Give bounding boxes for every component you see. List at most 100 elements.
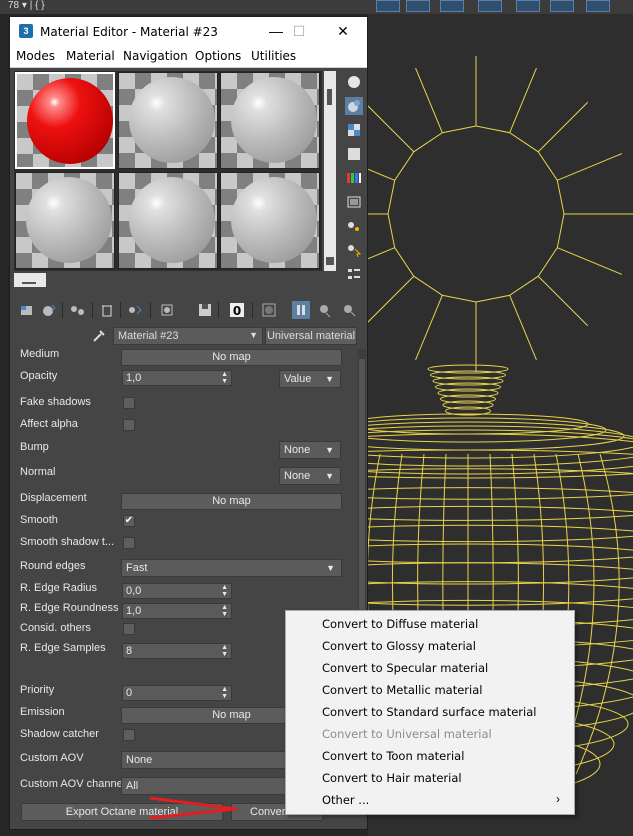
close-button[interactable]: ✕ <box>323 21 363 41</box>
menu-utilities[interactable]: Utilities <box>251 49 296 63</box>
maximize-button[interactable]: ☐ <box>279 21 319 41</box>
save-icon[interactable] <box>196 301 214 319</box>
menu-item-convert-specular[interactable]: Convert to Specular material <box>322 661 488 675</box>
menu-item-convert-toon[interactable]: Convert to Toon material <box>322 749 464 763</box>
host-toolbar-button[interactable] <box>550 0 574 12</box>
app-icon: 3 <box>19 24 33 38</box>
chevron-down-icon: ▼ <box>325 445 334 455</box>
sample-slot-3[interactable] <box>220 72 320 169</box>
custom-aov-channel-value: All <box>126 780 139 792</box>
material-name-text: Material #23 <box>118 330 179 342</box>
host-toolbar-button[interactable] <box>406 0 430 12</box>
bump-dropdown[interactable]: None ▼ <box>279 441 341 459</box>
material-toolbar: 0 <box>14 299 364 321</box>
eyedropper-icon[interactable] <box>91 328 107 344</box>
menu-navigation[interactable]: Navigation <box>123 49 188 63</box>
sample-slot-6[interactable] <box>220 172 320 269</box>
edge-roundness-value: 1,0 <box>126 605 142 617</box>
opacity-spinner[interactable]: 1,0 ▲ ▼ <box>122 370 232 386</box>
menu-item-convert-hair[interactable]: Convert to Hair material <box>322 771 462 785</box>
medium-map-button[interactable]: No map <box>121 349 342 366</box>
fake-shadows-checkbox[interactable] <box>123 397 135 409</box>
background-checker-icon[interactable] <box>345 121 363 139</box>
edge-samples-spinner[interactable]: 8 ▲ ▼ <box>122 643 232 659</box>
priority-value: 0 <box>126 687 133 699</box>
options-icon[interactable] <box>345 217 363 235</box>
show-shaded-icon[interactable] <box>260 301 278 319</box>
smooth-shadow-checkbox[interactable] <box>123 537 135 549</box>
spinner-arrows-icon[interactable]: ▲ ▼ <box>221 584 228 598</box>
chevron-down-icon: ▼ <box>326 563 335 573</box>
sample-uv-tiling-icon[interactable] <box>345 145 363 163</box>
slots-horizontal-scrollbar[interactable] <box>14 273 46 287</box>
go-to-parent-icon[interactable] <box>316 301 334 319</box>
affect-alpha-checkbox[interactable] <box>123 419 135 431</box>
convert-context-menu: Convert to Diffuse material Convert to G… <box>285 610 575 815</box>
menu-modes[interactable]: Modes <box>16 49 55 63</box>
go-forward-sibling-icon[interactable] <box>340 301 358 319</box>
sample-slot-4[interactable] <box>15 172 115 269</box>
smooth-checkbox[interactable]: ✔ <box>123 515 135 527</box>
video-color-check-icon[interactable] <box>345 169 363 187</box>
spinner-arrows-icon[interactable]: ▲ ▼ <box>221 686 228 700</box>
material-id-icon[interactable]: 0 <box>228 301 246 319</box>
select-by-material-icon[interactable] <box>345 241 363 259</box>
material-sphere <box>26 177 112 263</box>
menu-material[interactable]: Material <box>66 49 115 63</box>
get-material-icon[interactable] <box>18 301 36 319</box>
make-preview-icon[interactable] <box>345 193 363 211</box>
title-bar[interactable]: 3 Material Editor - Material #23 — ☐ ✕ <box>10 17 367 46</box>
material-type-button[interactable]: Universal material <box>265 327 357 345</box>
sample-type-sphere-icon[interactable] <box>345 73 363 91</box>
bump-label: Bump <box>20 441 49 453</box>
host-toolbar-button[interactable] <box>376 0 400 12</box>
opacity-mode-dropdown[interactable]: Value ▼ <box>279 370 341 388</box>
host-toolbar-button[interactable] <box>440 0 464 12</box>
backlight-icon[interactable] <box>345 97 363 115</box>
opacity-mode-value: Value <box>284 373 312 385</box>
edge-radius-value: 0,0 <box>126 585 142 597</box>
chevron-down-icon: ▼ <box>325 471 334 481</box>
spinner-arrows-icon[interactable]: ▲ ▼ <box>221 644 228 658</box>
round-edges-dropdown[interactable]: Fast ▼ <box>121 559 342 577</box>
displacement-label: Displacement <box>20 492 87 504</box>
edge-radius-spinner[interactable]: 0,0 ▲ ▼ <box>122 583 232 599</box>
put-to-library-icon[interactable] <box>158 301 176 319</box>
export-octane-material-button[interactable]: Export Octane material <box>21 803 223 821</box>
put-to-scene-icon[interactable] <box>40 301 58 319</box>
sample-slot-2[interactable] <box>118 72 218 169</box>
menu-item-convert-diffuse[interactable]: Convert to Diffuse material <box>322 617 478 631</box>
menu-item-convert-metallic[interactable]: Convert to Metallic material <box>322 683 482 697</box>
displacement-map-button[interactable]: No map <box>121 493 342 510</box>
delete-icon[interactable] <box>98 301 116 319</box>
host-toolbar-button[interactable] <box>478 0 502 12</box>
spinner-arrows-icon[interactable]: ▲ ▼ <box>221 371 228 385</box>
host-toolbar-button[interactable] <box>586 0 610 12</box>
slots-vertical-scrollbar[interactable] <box>324 71 336 271</box>
edge-samples-value: 8 <box>126 645 133 657</box>
normal-value: None <box>284 470 311 482</box>
consid-others-checkbox[interactable] <box>123 623 135 635</box>
normal-dropdown[interactable]: None ▼ <box>279 467 341 485</box>
menu-item-convert-universal: Convert to Universal material <box>322 727 492 741</box>
menu-options[interactable]: Options <box>195 49 241 63</box>
sample-slot-5[interactable] <box>118 172 218 269</box>
material-map-navigator-icon[interactable] <box>345 265 363 283</box>
show-end-result-icon[interactable] <box>292 301 310 319</box>
round-edges-value: Fast <box>126 562 148 574</box>
assign-to-selection-icon[interactable] <box>68 301 86 319</box>
medium-label: Medium <box>20 349 60 360</box>
menu-item-convert-standard-surface[interactable]: Convert to Standard surface material <box>322 705 536 719</box>
menu-item-other[interactable]: Other ... <box>322 793 369 807</box>
shadow-catcher-checkbox[interactable] <box>123 729 135 741</box>
chevron-right-icon: › <box>556 792 560 806</box>
svg-text:0: 0 <box>233 304 241 318</box>
edge-roundness-spinner[interactable]: 1,0 ▲ ▼ <box>122 603 232 619</box>
material-name-field[interactable]: Material #23 ▼ <box>113 327 263 345</box>
menu-item-convert-glossy[interactable]: Convert to Glossy material <box>322 639 476 653</box>
spinner-arrows-icon[interactable]: ▲ ▼ <box>221 604 228 618</box>
host-toolbar-button[interactable] <box>516 0 540 12</box>
make-unique-icon[interactable] <box>126 301 144 319</box>
sample-slot-1[interactable] <box>15 72 115 169</box>
priority-spinner[interactable]: 0 ▲ ▼ <box>122 685 232 701</box>
